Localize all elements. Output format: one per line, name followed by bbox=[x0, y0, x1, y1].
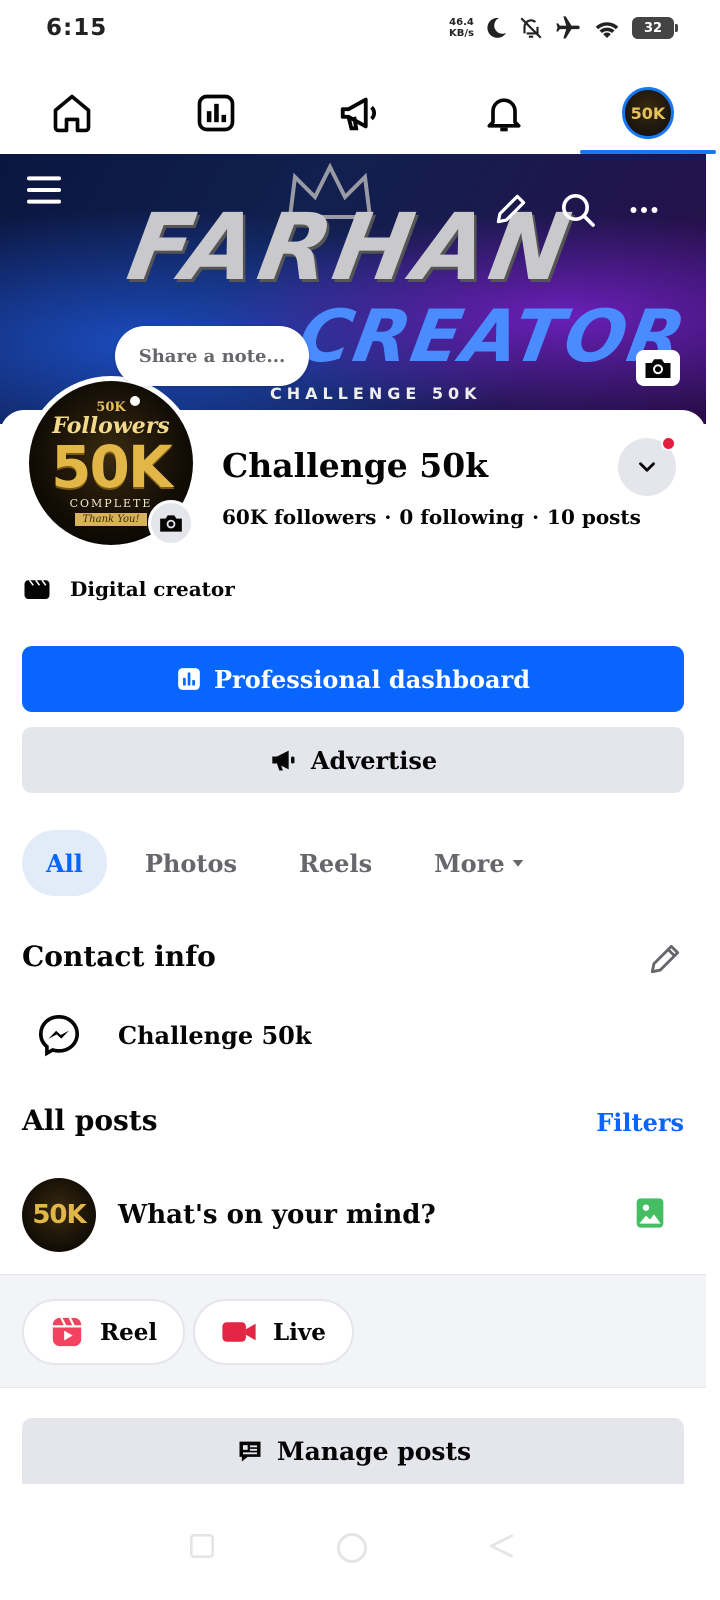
tab-profile[interactable]: 50K bbox=[576, 72, 720, 154]
megaphone-icon bbox=[272, 750, 295, 771]
tab-notifications[interactable] bbox=[432, 72, 576, 154]
dashboard-icon bbox=[178, 668, 200, 690]
tab-reels[interactable]: Reels bbox=[275, 830, 396, 896]
menu-icon bbox=[27, 176, 61, 204]
more-icon bbox=[630, 207, 658, 213]
moon-icon bbox=[487, 17, 506, 38]
manage-posts-icon bbox=[239, 1441, 261, 1462]
share-note-bubble[interactable]: Share a note... bbox=[115, 326, 309, 386]
live-video-icon bbox=[222, 1322, 256, 1342]
tab-dashboard[interactable] bbox=[144, 72, 288, 154]
tab-photos[interactable]: Photos bbox=[121, 830, 261, 896]
camera-icon bbox=[160, 515, 182, 532]
dashboard-button-label: Professional dashboard bbox=[214, 664, 530, 694]
profile-stats: 60K followers · 0 following · 10 posts bbox=[222, 505, 641, 529]
live-button[interactable]: Live bbox=[193, 1299, 354, 1365]
composer-placeholder: What's on your mind? bbox=[118, 1200, 436, 1230]
tab-all[interactable]: All bbox=[22, 830, 107, 896]
cover-camera-button[interactable] bbox=[636, 350, 680, 386]
bell-off-icon bbox=[520, 17, 542, 39]
reel-icon bbox=[52, 1317, 82, 1347]
filters-link[interactable]: Filters bbox=[596, 1108, 684, 1137]
camera-icon bbox=[645, 359, 671, 378]
create-actions: Reel Live bbox=[0, 1274, 706, 1388]
reel-label: Reel bbox=[100, 1318, 158, 1346]
manage-posts-button[interactable]: Manage posts bbox=[22, 1418, 684, 1484]
advertise-button[interactable]: Advertise bbox=[22, 727, 684, 793]
tab-ads[interactable] bbox=[288, 72, 432, 154]
contact-messenger-row[interactable]: Challenge 50k bbox=[36, 1012, 312, 1058]
search-icon bbox=[562, 194, 595, 227]
category-label: Digital creator bbox=[70, 577, 235, 601]
professional-dashboard-button[interactable]: Professional dashboard bbox=[22, 646, 684, 712]
caret-down-icon bbox=[512, 860, 523, 867]
top-nav: 50K bbox=[0, 72, 720, 154]
tab-more-label: More bbox=[434, 848, 505, 878]
status-bar: 6:15 46.4 KB/s 32 bbox=[0, 0, 720, 60]
photo-icon bbox=[636, 1198, 664, 1228]
followers-count[interactable]: 60K followers bbox=[222, 505, 376, 529]
network-speed: 46.4 KB/s bbox=[449, 17, 474, 39]
cover-subtitle: CREATOR bbox=[292, 294, 694, 378]
messenger-name: Challenge 50k bbox=[118, 1020, 312, 1050]
recents-nav-icon[interactable] bbox=[186, 1530, 218, 1562]
reel-button[interactable]: Reel bbox=[22, 1299, 186, 1365]
home-nav-icon[interactable] bbox=[334, 1530, 370, 1566]
battery-icon: 32 bbox=[632, 17, 678, 39]
edit-button[interactable] bbox=[492, 190, 530, 228]
dashboard-icon bbox=[197, 94, 235, 132]
home-icon bbox=[53, 94, 91, 133]
contact-info-title: Contact info bbox=[22, 940, 216, 973]
bell-icon bbox=[487, 98, 521, 132]
menu-button[interactable] bbox=[24, 170, 64, 210]
profile-category: Digital creator bbox=[22, 576, 235, 602]
status-icons: 46.4 KB/s 32 bbox=[449, 14, 678, 42]
airplane-icon bbox=[556, 16, 580, 39]
following-count[interactable]: 0 following bbox=[399, 505, 524, 529]
photo-button[interactable] bbox=[634, 1195, 666, 1235]
more-button[interactable] bbox=[624, 192, 664, 228]
manage-posts-label: Manage posts bbox=[276, 1436, 472, 1466]
messenger-icon bbox=[38, 1014, 80, 1057]
search-button[interactable] bbox=[558, 190, 598, 230]
tab-home[interactable] bbox=[0, 72, 144, 154]
posts-count[interactable]: 10 posts bbox=[547, 505, 641, 529]
status-time: 6:15 bbox=[46, 15, 108, 41]
profile-avatar: 50K bbox=[622, 87, 674, 139]
all-posts-title: All posts bbox=[22, 1104, 158, 1137]
megaphone-icon bbox=[340, 97, 376, 131]
advertise-button-label: Advertise bbox=[310, 745, 438, 775]
note-bubble-tail bbox=[130, 396, 140, 406]
back-nav-icon[interactable] bbox=[486, 1530, 518, 1562]
profile-name: Challenge 50k bbox=[222, 446, 489, 485]
tab-more[interactable]: More bbox=[410, 830, 551, 896]
clapperboard-icon bbox=[24, 579, 50, 599]
wifi-icon bbox=[595, 22, 619, 38]
notification-dot bbox=[661, 436, 676, 451]
post-composer[interactable]: 50K What's on your mind? bbox=[22, 1178, 684, 1252]
edit-contact-button[interactable] bbox=[646, 940, 684, 978]
avatar: 50K bbox=[22, 1178, 96, 1252]
content-tabs: All Photos Reels More bbox=[22, 830, 551, 896]
pencil-icon bbox=[650, 944, 680, 974]
pencil-icon bbox=[496, 194, 526, 224]
cover-tagline: CHALLENGE 50K bbox=[270, 384, 482, 403]
live-label: Live bbox=[273, 1318, 326, 1346]
profile-camera-button[interactable] bbox=[148, 500, 194, 546]
system-nav-bar bbox=[0, 1500, 720, 1600]
chevron-down-icon bbox=[639, 462, 655, 472]
